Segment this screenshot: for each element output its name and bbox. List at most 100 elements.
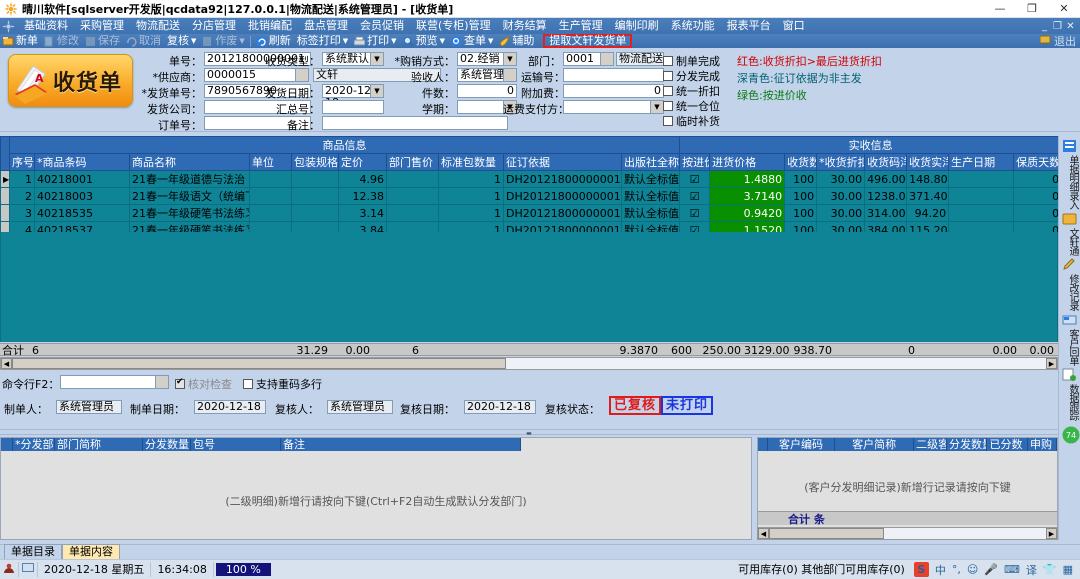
cell-recv-discount[interactable]: 30.00 — [816, 204, 866, 222]
distribution-grid[interactable]: *分发部门 部门简称 分发数量 包号 备注 (二级明细)新增行请按向下键(Ctr… — [0, 437, 752, 540]
cell-recv-qty[interactable]: 100 — [784, 204, 818, 222]
cust-col-apply[interactable]: 申购 — [1028, 438, 1057, 451]
summary-no-input[interactable] — [322, 100, 384, 114]
cell-price[interactable]: 4.96 — [338, 170, 387, 188]
col-unit[interactable]: 单位 — [249, 153, 292, 171]
inspector-input[interactable]: 系统管理员 — [457, 68, 504, 82]
cell-dept-price[interactable] — [386, 204, 439, 222]
command-line-input[interactable] — [60, 375, 156, 389]
toolbar-button-new[interactable]: 新单 — [0, 34, 41, 48]
cell-prod-date[interactable] — [948, 187, 1015, 205]
tab-document-list[interactable]: 单据目录 — [4, 544, 62, 559]
chevron-down-icon[interactable]: ▼ — [370, 85, 383, 97]
cust-col-code[interactable]: 客户编码 — [767, 438, 836, 451]
cell-shelf-days[interactable]: 0 — [1013, 170, 1063, 188]
scroll-thumb[interactable] — [12, 358, 506, 369]
chevron-down-icon[interactable]: ▼ — [503, 53, 516, 65]
dept-browse-button[interactable] — [601, 52, 614, 66]
skin-icon[interactable]: 👕 — [1043, 563, 1057, 576]
cell-publisher[interactable]: 默认全标值 — [620, 187, 681, 205]
security-badge-icon[interactable]: 74 — [1062, 426, 1080, 444]
cell-by-cost[interactable]: ☑ — [679, 187, 711, 205]
cell-recv-list-amt[interactable]: 314.00 — [864, 204, 908, 222]
checkbox-box[interactable] — [175, 377, 185, 389]
menu-item-8[interactable]: 财务结算 — [497, 18, 553, 34]
cell-prod-date[interactable] — [948, 204, 1015, 222]
col-recv-qty[interactable]: 收货数 — [784, 153, 818, 171]
cell-order-basis[interactable]: DH20121800000001-1 — [503, 170, 622, 188]
chinese-mode-icon[interactable]: 中 — [935, 562, 946, 578]
chevron-down-icon[interactable]: ▼ — [440, 34, 445, 48]
chevron-down-icon[interactable]: ▼ — [391, 34, 396, 48]
col-by-cost[interactable]: 按进价收 — [679, 153, 711, 171]
dist-col-dept[interactable]: *分发部门 — [13, 438, 55, 451]
cell-std-pack-qty[interactable]: 1 — [438, 204, 504, 222]
chevron-down-icon[interactable]: ▼ — [191, 34, 196, 48]
toolbar-button-find-doc[interactable]: 查单 ▼ — [448, 34, 496, 48]
extract-wenxuan-shipment-button[interactable]: 提取文轩发货单 — [543, 34, 633, 48]
toolbox-icon[interactable]: ▦ — [1063, 563, 1073, 576]
minimize-button[interactable]: — — [984, 0, 1016, 18]
menu-item-7[interactable]: 联营(专柜)管理 — [410, 18, 497, 34]
scroll-left-arrow-icon[interactable]: ◀ — [1, 358, 12, 369]
cell-seq[interactable]: 1 — [9, 170, 35, 188]
maximize-button[interactable]: ❐ — [1016, 0, 1048, 18]
menu-item-12[interactable]: 报表平台 — [721, 18, 777, 34]
toolbar-button-preview[interactable]: 预览 ▼ — [400, 34, 448, 48]
col-dept-price[interactable]: 部门售价 — [386, 153, 439, 171]
dept-input[interactable]: 0001 — [563, 52, 601, 66]
checkbox-multi-row-dup-code[interactable]: 支持重码多行 — [243, 376, 322, 392]
menu-item-1[interactable]: 采购管理 — [74, 18, 130, 34]
dist-col-pkg-no[interactable]: 包号 — [191, 438, 281, 451]
checkbox-uniform-location[interactable]: 统一仓位 — [663, 98, 720, 114]
toolbar-button-audit[interactable]: 复核 ▼ — [164, 34, 199, 48]
menu-item-4[interactable]: 批销编配 — [242, 18, 298, 34]
customer-grid-hscrollbar[interactable]: ◀ ▶ — [757, 527, 1058, 540]
col-barcode[interactable]: *商品条码 — [34, 153, 130, 171]
toolbar-button-print[interactable]: 打印 ▼ — [351, 34, 399, 48]
checkbox-box[interactable] — [663, 56, 673, 66]
cell-unit[interactable] — [249, 187, 292, 205]
translate-icon[interactable]: 译 — [1026, 562, 1037, 578]
cell-std-pack-qty[interactable]: 1 — [438, 170, 504, 188]
toolbar-button-save[interactable]: 保存 — [82, 34, 123, 48]
checkbox-verify-check[interactable]: 核对检查 — [175, 376, 232, 392]
row-marker[interactable] — [0, 187, 10, 205]
cell-order-basis[interactable]: DH20121800000001-2 — [503, 187, 622, 205]
side-tab-detail-entry[interactable]: 单据明细录入 — [1060, 155, 1080, 209]
cell-dept-price[interactable] — [386, 170, 439, 188]
tab-document-content[interactable]: 单据内容 — [62, 544, 120, 559]
status-zoom-level[interactable]: 100 % — [215, 563, 271, 576]
detail-grid-empty-area[interactable] — [0, 232, 1058, 342]
cell-unit[interactable] — [249, 204, 292, 222]
checkbox-box[interactable] — [663, 101, 673, 111]
checkbox-dist-complete[interactable]: 分发完成 — [663, 68, 720, 84]
toolbar-button-label-print[interactable]: 标签打印 ▼ — [294, 34, 351, 48]
col-std-pack-qty[interactable]: 标准包数量 — [438, 153, 504, 171]
toolbar-button-refresh[interactable]: 刷新 — [253, 34, 294, 48]
cust-col-sub-cust[interactable]: 二级客 — [914, 438, 947, 451]
toolbar-button-void[interactable]: 作废 ▼ — [199, 34, 247, 48]
menu-item-10[interactable]: 编制印刷 — [609, 18, 665, 34]
side-tab-data-trace[interactable]: 数据跟踪 — [1060, 384, 1080, 420]
side-tab-wenxuan[interactable]: 文轩通 — [1060, 228, 1080, 255]
scroll-left-arrow-icon[interactable]: ◀ — [758, 528, 769, 539]
cell-shelf-days[interactable]: 0 — [1013, 204, 1063, 222]
cell-barcode[interactable]: 40218001 — [34, 170, 130, 188]
checkbox-make-complete[interactable]: 制单完成 — [663, 53, 720, 69]
cell-seq[interactable]: 3 — [9, 204, 35, 222]
col-shelf-days[interactable]: 保质天数 — [1013, 153, 1063, 171]
punct-icon[interactable]: °, — [952, 563, 961, 576]
cell-by-cost[interactable]: ☑ — [679, 170, 711, 188]
checkbox-box[interactable] — [663, 116, 673, 126]
col-pack-spec[interactable]: 包装规格 — [291, 153, 339, 171]
menu-item-6[interactable]: 会员促销 — [354, 18, 410, 34]
side-tab-edit-record[interactable]: 修改记录 — [1060, 274, 1080, 310]
cell-publisher[interactable]: 默认全标值 — [620, 204, 681, 222]
chevron-down-icon[interactable]: ▼ — [650, 101, 663, 113]
command-line-browse-button[interactable] — [156, 375, 169, 389]
cell-recv-real-amt[interactable]: 94.20 — [906, 204, 950, 222]
cell-recv-list-amt[interactable]: 1238.00 — [864, 187, 908, 205]
customer-distribution-grid[interactable]: 客户编码 客户简称 二级客 分发数量 已分数 申购 (客户分发明细记录)新增行记… — [757, 437, 1058, 540]
checkbox-box[interactable] — [663, 71, 673, 81]
